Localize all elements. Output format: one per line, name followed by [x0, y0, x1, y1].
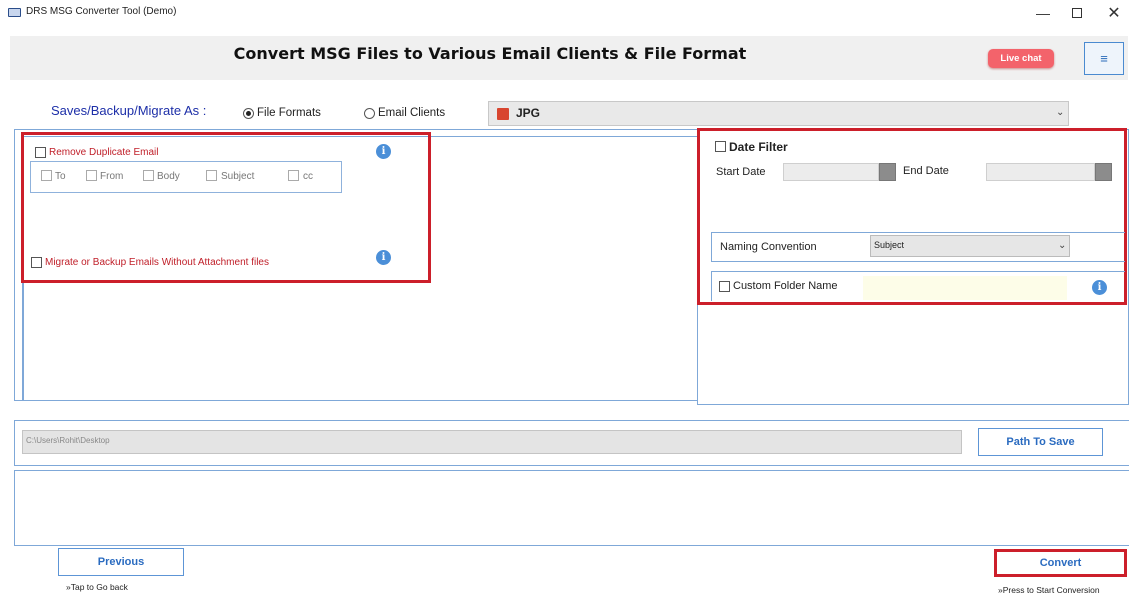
pdf-file-icon: [497, 108, 509, 120]
destination-path-input[interactable]: [22, 430, 962, 454]
chevron-down-icon: ⌄: [1058, 240, 1067, 251]
without-attachment-checkbox[interactable]: [31, 257, 42, 268]
radio-file-formats-label: File Formats: [257, 107, 321, 119]
format-select[interactable]: [488, 101, 1069, 126]
format-select-value: JPG: [516, 106, 541, 120]
field-to-checkbox[interactable]: [41, 170, 52, 181]
maximize-icon: [1072, 8, 1082, 18]
custom-folder-input[interactable]: [863, 276, 1067, 300]
field-subject-checkbox[interactable]: [206, 170, 217, 181]
radio-file-formats[interactable]: [243, 108, 254, 119]
field-cc-checkbox[interactable]: [288, 170, 299, 181]
previous-hint: »Tap to Go back: [66, 582, 128, 592]
end-date-label: End Date: [903, 165, 949, 177]
naming-convention-label: Naming Convention: [720, 241, 817, 253]
field-from-checkbox[interactable]: [86, 170, 97, 181]
radio-email-clients-label: Email Clients: [378, 107, 446, 119]
window-title: DRS MSG Converter Tool (Demo): [26, 6, 177, 17]
custom-folder-label: Custom Folder Name: [733, 280, 838, 292]
start-date-label: Start Date: [716, 166, 766, 178]
hamburger-icon: ≡: [1100, 51, 1108, 66]
page-title: Convert MSG Files to Various Email Clien…: [233, 44, 747, 63]
date-filter-checkbox[interactable]: [715, 141, 726, 152]
remove-duplicate-checkbox[interactable]: [35, 147, 46, 158]
remove-duplicate-label: Remove Duplicate Email: [49, 147, 159, 158]
date-filter-label: Date Filter: [729, 140, 788, 154]
field-to-label: To: [55, 171, 66, 182]
info-icon[interactable]: i: [376, 250, 391, 265]
radio-selected-dot: [246, 111, 251, 116]
start-date-calendar-icon[interactable]: [879, 163, 896, 181]
save-as-label: Saves/Backup/Migrate As :: [51, 103, 207, 118]
convert-hint: »Press to Start Conversion: [998, 585, 1100, 595]
field-cc-label: cc: [303, 171, 313, 182]
field-body-label: Body: [157, 171, 180, 182]
info-icon[interactable]: i: [376, 144, 391, 159]
minimize-button[interactable]: —: [1026, 2, 1060, 24]
chevron-down-icon: ⌄: [1056, 107, 1065, 118]
start-date-input[interactable]: [783, 163, 879, 181]
live-chat-button[interactable]: Live chat: [988, 49, 1054, 68]
convert-button[interactable]: Convert: [994, 549, 1127, 577]
previous-button[interactable]: Previous: [58, 548, 184, 576]
log-area: [14, 470, 1129, 546]
field-body-checkbox[interactable]: [143, 170, 154, 181]
app-icon: [8, 8, 21, 17]
destination-path-value: C:\Users\Rohit\Desktop: [26, 436, 110, 445]
close-button[interactable]: ✕: [1097, 2, 1129, 24]
minimize-icon: —: [1036, 5, 1050, 21]
info-icon[interactable]: i: [1092, 280, 1107, 295]
custom-folder-checkbox[interactable]: [719, 281, 730, 292]
path-to-save-button[interactable]: Path To Save: [978, 428, 1103, 456]
field-from-label: From: [100, 171, 124, 182]
maximize-button[interactable]: [1060, 2, 1094, 24]
close-icon: ✕: [1107, 5, 1121, 22]
menu-button[interactable]: ≡: [1084, 42, 1124, 75]
without-attachment-label: Migrate or Backup Emails Without Attachm…: [45, 257, 269, 268]
end-date-input[interactable]: [986, 163, 1095, 181]
field-subject-label: Subject: [221, 171, 255, 182]
radio-email-clients[interactable]: [364, 108, 375, 119]
naming-convention-value: Subject: [874, 240, 905, 250]
end-date-calendar-icon[interactable]: [1095, 163, 1112, 181]
